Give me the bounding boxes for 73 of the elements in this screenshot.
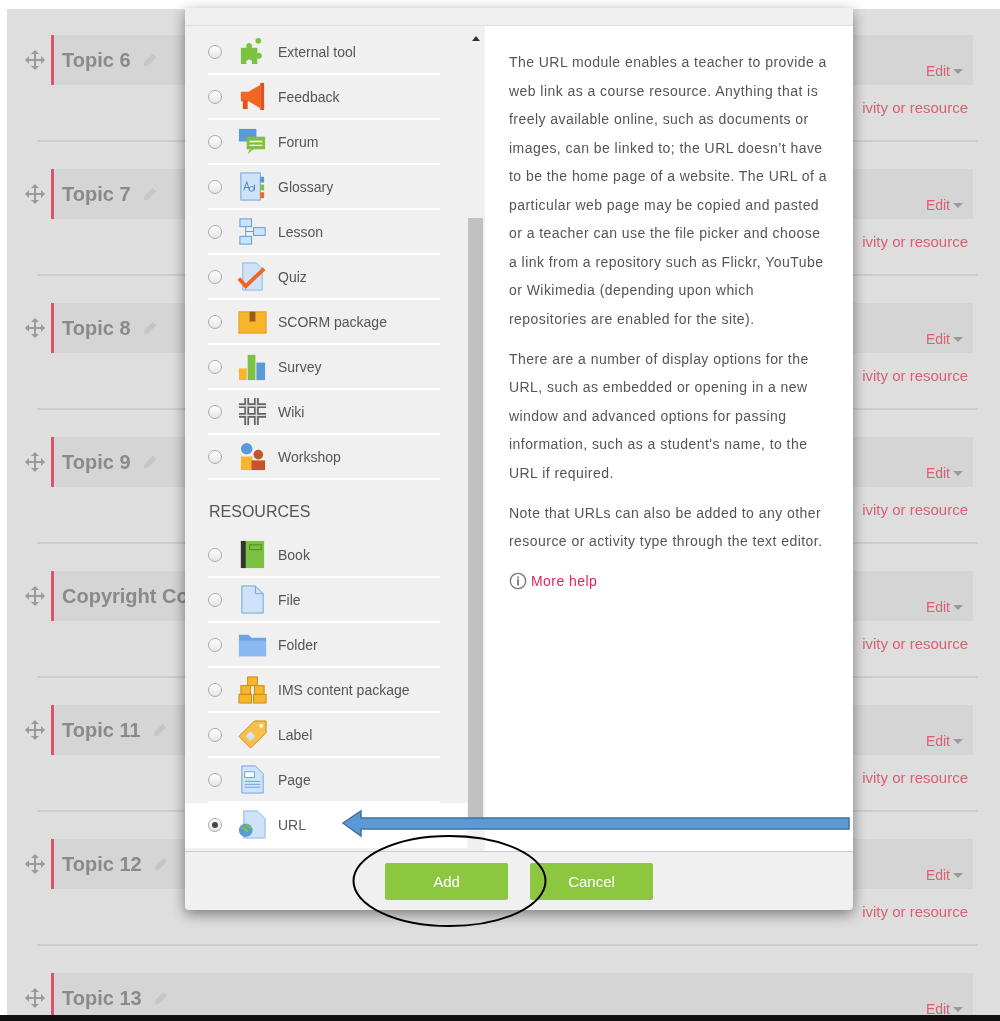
edit-menu-link[interactable]: Edit xyxy=(925,733,963,749)
module-option[interactable]: External tool xyxy=(185,30,467,75)
module-option[interactable]: Forum xyxy=(185,120,467,165)
add-activity-link[interactable]: ivity or resource xyxy=(862,99,968,117)
move-icon[interactable] xyxy=(24,183,46,205)
edit-menu-link[interactable]: Edit xyxy=(925,197,963,213)
section-heading: RESOURCES xyxy=(208,502,312,522)
radio-button[interactable] xyxy=(208,44,222,59)
radio-button[interactable] xyxy=(208,269,222,284)
radio-button[interactable] xyxy=(208,224,222,239)
more-help-link[interactable]: More help xyxy=(509,567,831,596)
radio-button[interactable] xyxy=(208,404,222,419)
add-activity-link[interactable]: ivity or resource xyxy=(862,635,968,653)
move-icon[interactable] xyxy=(24,853,46,875)
radio-button[interactable] xyxy=(208,314,222,329)
info-icon xyxy=(509,572,527,591)
radio-button[interactable] xyxy=(208,89,222,104)
radio-button[interactable] xyxy=(208,547,222,562)
module-option[interactable]: Survey xyxy=(185,345,467,390)
module-option[interactable]: Lesson xyxy=(185,210,467,255)
checkmark-document-icon xyxy=(237,261,268,292)
add-activity-link[interactable]: ivity or resource xyxy=(862,903,968,921)
section-title: Topic 6 xyxy=(62,48,131,72)
module-option[interactable]: Workshop xyxy=(185,435,467,480)
edit-menu-link[interactable]: Edit xyxy=(925,331,963,347)
section-title: Topic 13 xyxy=(62,986,142,1010)
radio-button[interactable] xyxy=(208,727,222,742)
module-option[interactable]: IMS content package xyxy=(185,668,467,713)
module-option[interactable]: File xyxy=(185,578,467,623)
module-option[interactable]: Feedback xyxy=(185,75,467,120)
module-option[interactable]: Folder xyxy=(185,623,467,668)
add-activity-link[interactable]: ivity or resource xyxy=(862,501,968,519)
module-option[interactable]: Book xyxy=(185,533,467,578)
section-title: Topic 9 xyxy=(62,450,131,474)
description-paragraph: Note that URLs can also be added to any other resource or activity type through the text editor. xyxy=(509,503,824,551)
move-icon[interactable] xyxy=(24,719,46,741)
flowchart-icon xyxy=(237,216,268,247)
edit-menu-link[interactable]: Edit xyxy=(925,465,963,481)
section-title: Topic 7 xyxy=(62,182,131,206)
radio-button[interactable] xyxy=(208,359,222,374)
edit-menu-link[interactable]: Edit xyxy=(925,63,963,79)
edit-menu-link[interactable]: Edit xyxy=(925,867,963,883)
move-icon[interactable] xyxy=(24,49,46,71)
radio-button[interactable] xyxy=(208,637,222,652)
add-activity-link[interactable]: ivity or resource xyxy=(862,233,968,251)
section-title: Topic 11 xyxy=(62,718,141,742)
move-icon[interactable] xyxy=(24,317,46,339)
radio-button[interactable] xyxy=(208,179,222,194)
radio-button[interactable] xyxy=(208,449,222,464)
add-activity-link[interactable]: ivity or resource xyxy=(862,367,968,385)
module-option[interactable]: SCORM package xyxy=(185,300,467,345)
wiki-icon xyxy=(237,396,268,427)
description-paragraph: There are a number of display options for the URL, such as embedded or opening in a new window and advanced options for passing information, such as a student's name, to the URL if required. xyxy=(509,349,810,483)
move-icon[interactable] xyxy=(24,585,46,607)
radio-button[interactable] xyxy=(208,772,222,787)
globe-document-icon xyxy=(237,809,268,840)
radio-button[interactable] xyxy=(208,134,222,149)
module-option[interactable]: Wiki xyxy=(185,390,467,435)
move-icon[interactable] xyxy=(24,451,46,473)
section-title: Topic 8 xyxy=(62,316,131,340)
module-option[interactable]: Label xyxy=(185,713,467,758)
module-option[interactable]: Quiz xyxy=(185,255,467,300)
stacked-boxes-icon xyxy=(237,674,268,705)
add-activity-link[interactable]: ivity or resource xyxy=(862,769,968,787)
description-paragraph: The URL module enables a teacher to provide a web link as a course resource. Anything that is freely available online, such as documents or images, can be linked to; the URL doesn’t have to be the home page of a website. The URL of a particular web page may be copied and pasted or a teacher can use the file picker and choose a link from a repository such as Flickr, YouTube or Wikimedia (depending upon which repositories are enabled for the site). xyxy=(509,53,828,329)
tag-icon xyxy=(237,719,268,750)
module-option[interactable]: Glossary xyxy=(185,165,467,210)
radio-button[interactable] xyxy=(208,592,222,607)
radio-button[interactable] xyxy=(208,817,222,832)
move-icon[interactable] xyxy=(24,987,46,1009)
radio-button[interactable] xyxy=(208,682,222,697)
edit-menu-link[interactable]: Edit xyxy=(925,599,963,615)
section-title: Topic 12 xyxy=(62,852,142,876)
